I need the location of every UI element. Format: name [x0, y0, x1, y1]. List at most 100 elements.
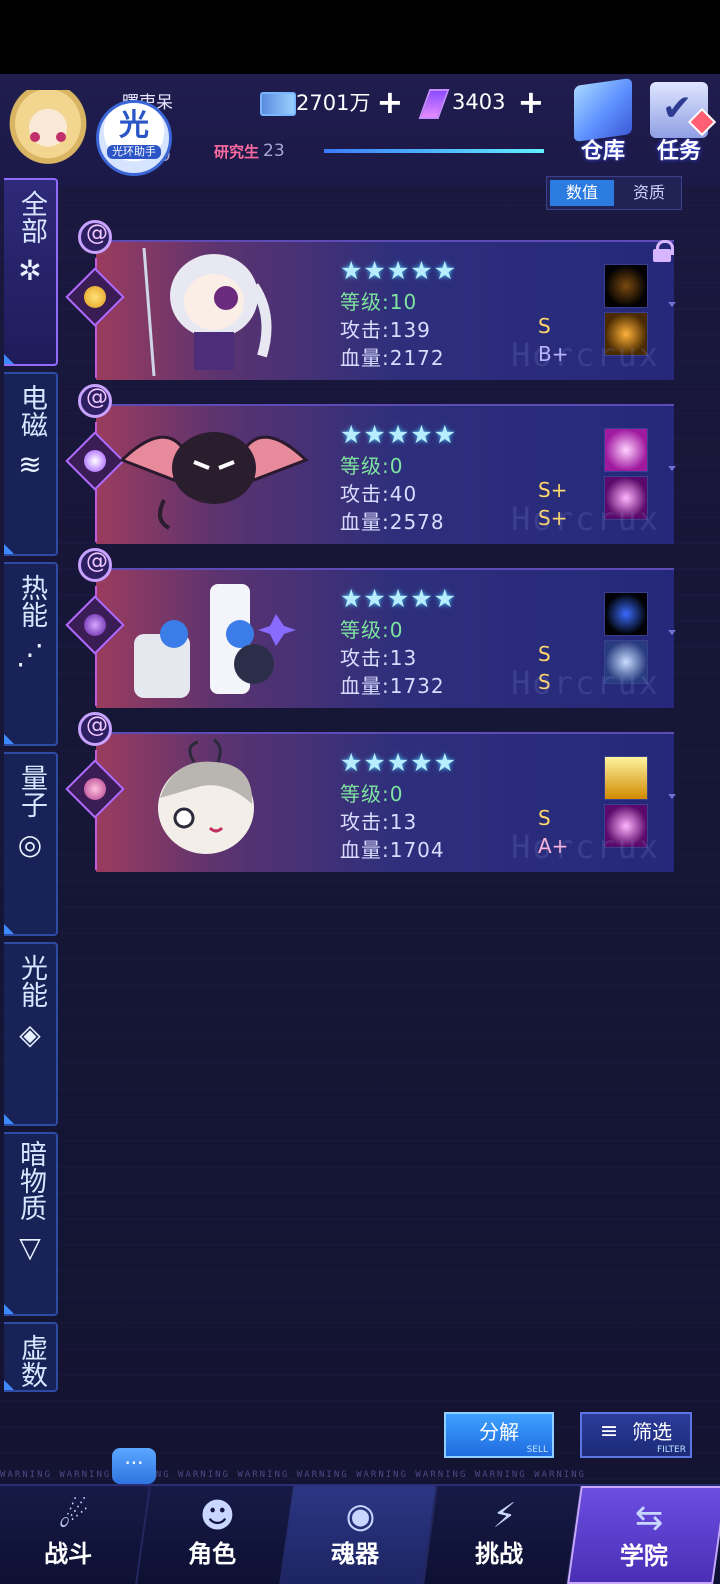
warehouse-button[interactable]: 仓库 — [570, 77, 636, 174]
nav-academy[interactable]: ⇆ 学院 — [567, 1486, 720, 1584]
card-attack: 攻击:13 — [340, 646, 418, 670]
star-rating: ★★★★★ — [340, 584, 458, 613]
attack-grade: S — [538, 642, 551, 666]
player-avatar[interactable] — [0, 90, 96, 174]
battle-icon: ☄ — [58, 1496, 89, 1536]
filter-button[interactable]: 筛选 FILTER — [580, 1412, 692, 1458]
category-tab-quantum[interactable]: 量子 ◎ — [4, 752, 58, 936]
category-label: 热能 — [16, 574, 47, 628]
nav-label: 魂器 — [331, 1540, 380, 1568]
chevron-down-icon — [668, 794, 676, 799]
app-screen: 曙吏呆 9 光 光环助手 2701万 + 3403 + 研究生 23 仓库 — [0, 74, 720, 1584]
nav-label: 战斗 — [44, 1540, 93, 1568]
card-attack: 攻击:139 — [340, 318, 431, 342]
chevron-down-icon — [668, 302, 676, 307]
soul-vessel-icon: ◉ — [345, 1496, 376, 1536]
badge-glyph: 光 — [119, 108, 149, 143]
toggle-values[interactable]: 数值 — [550, 180, 614, 206]
swirl-icon — [78, 712, 112, 746]
card-watermark: Horcrux — [511, 336, 660, 374]
nav-label: 学院 — [620, 1542, 669, 1570]
skill-cloud-icon[interactable] — [604, 428, 648, 472]
flower-icon: ✲ — [18, 254, 42, 287]
decompose-button[interactable]: 分解 SELL — [444, 1412, 554, 1458]
nav-battle[interactable]: ☄ 战斗 — [0, 1486, 151, 1584]
characters-icon: ☻ — [199, 1496, 235, 1536]
card-level: 等级:10 — [340, 290, 418, 314]
attack-grade: S+ — [538, 478, 568, 502]
top-header: 曙吏呆 9 光 光环助手 2701万 + 3403 + 研究生 23 仓库 — [0, 74, 720, 186]
category-tab-electromagnetic[interactable]: 电磁 ≋ — [4, 372, 58, 556]
nav-characters[interactable]: ☻ 角色 — [136, 1486, 295, 1584]
warehouse-label: 仓库 — [580, 139, 625, 164]
decompose-sub-label: SELL — [526, 1445, 548, 1455]
chevron-down-icon — [668, 630, 676, 635]
soul-vessel-card[interactable]: ★★★★★ 等级:10 攻击:139 血量:2172 S B+ Horcrux — [65, 220, 676, 380]
status-bar — [0, 0, 720, 74]
bottom-navigation: ☄ 战斗 ☻ 角色 ◉ 魂器 ⚡ 挑战 ⇆ 学院 — [0, 1484, 720, 1584]
card-hp: 血量:1732 — [340, 674, 445, 698]
soul-vessel-card[interactable]: ★★★★★ 等级:0 攻击:40 血量:2578 S+ S+ Horcrux — [65, 384, 676, 544]
triangle-down-icon: ▽ — [19, 1231, 41, 1264]
card-level: 等级:0 — [340, 782, 404, 806]
quantum-icon: ◎ — [17, 828, 43, 861]
add-gems-button[interactable]: + — [517, 86, 544, 118]
toggle-quality[interactable]: 资质 — [617, 177, 681, 209]
card-portrait — [142, 247, 272, 376]
lock-icon[interactable] — [652, 240, 674, 262]
skill-burst-icon[interactable] — [604, 756, 648, 800]
swirl-icon — [78, 548, 112, 582]
card-portrait — [158, 738, 254, 854]
card-level: 等级:0 — [340, 618, 404, 642]
card-portrait — [119, 432, 309, 530]
heat-waves-icon: ⋰ — [16, 638, 44, 671]
star-rating: ★★★★★ — [340, 748, 458, 777]
card-level: 等级:0 — [340, 454, 404, 478]
gem-counter: 3403 + — [414, 86, 544, 118]
nav-challenge[interactable]: ⚡ 挑战 — [423, 1486, 582, 1584]
soul-vessel-card[interactable]: ★★★★★ 等级:0 攻击:13 血量:1704 S A+ Horcrux — [65, 712, 676, 872]
chat-icon[interactable]: ··· — [112, 1448, 156, 1492]
warning-strip: WARNING WARNING WARNING WARNING WARNING … — [0, 1470, 587, 1480]
nav-label: 角色 — [187, 1540, 236, 1568]
skill-figure-icon[interactable] — [604, 264, 648, 308]
category-tab-dark-matter[interactable]: 暗物质 ▽ — [4, 1132, 58, 1316]
tasks-label: 任务 — [656, 139, 701, 164]
halo-assistant-badge[interactable]: 光 光环助手 — [96, 100, 172, 176]
card-attack: 攻击:13 — [340, 810, 418, 834]
challenge-icon: ⚡ — [492, 1496, 517, 1536]
notification-dot-icon — [687, 107, 717, 137]
card-hp: 血量:2172 — [340, 346, 445, 370]
warehouse-icon — [574, 77, 632, 143]
card-hp: 血量:1704 — [340, 838, 445, 862]
category-tab-light[interactable]: 光能 ◈ — [4, 942, 58, 1126]
coin-counter: 2701万 + — [258, 86, 403, 118]
swirl-icon — [78, 384, 112, 418]
coin-icon — [258, 89, 296, 116]
category-tab-thermal[interactable]: 热能 ⋰ — [4, 562, 58, 746]
rank-progress-bar — [324, 149, 544, 153]
nav-label: 挑战 — [474, 1540, 523, 1568]
card-watermark: Horcrux — [511, 500, 660, 538]
category-tab-imaginary[interactable]: 虚数 — [4, 1322, 58, 1392]
category-label: 量子 — [16, 764, 47, 818]
rank-value: 23 — [263, 141, 285, 161]
category-label: 光能 — [16, 954, 47, 1008]
category-label: 虚数 — [16, 1334, 47, 1388]
category-label: 全部 — [16, 190, 47, 244]
soul-vessel-card[interactable]: ★★★★★ 等级:0 攻击:13 血量:1732 S S Horcrux — [65, 548, 676, 708]
wifi-icon: ≋ — [18, 448, 42, 481]
category-tab-all[interactable]: 全部 ✲ — [4, 178, 58, 366]
rank-row: 研究生 23 — [214, 136, 554, 166]
add-coins-button[interactable]: + — [376, 86, 403, 118]
checklist-icon — [650, 82, 717, 138]
tasks-button[interactable]: 任务 — [646, 82, 717, 174]
nav-soul-vessel[interactable]: ◉ 魂器 — [280, 1486, 438, 1584]
coin-amount: 2701万 — [296, 91, 371, 115]
skill-figure-icon[interactable] — [604, 592, 648, 636]
academy-icon: ⇆ — [635, 1498, 664, 1538]
filter-sub-label: FILTER — [656, 1445, 686, 1455]
card-portrait — [134, 584, 296, 698]
avatar-eye-icon — [30, 132, 40, 142]
star-rating: ★★★★★ — [340, 256, 458, 285]
